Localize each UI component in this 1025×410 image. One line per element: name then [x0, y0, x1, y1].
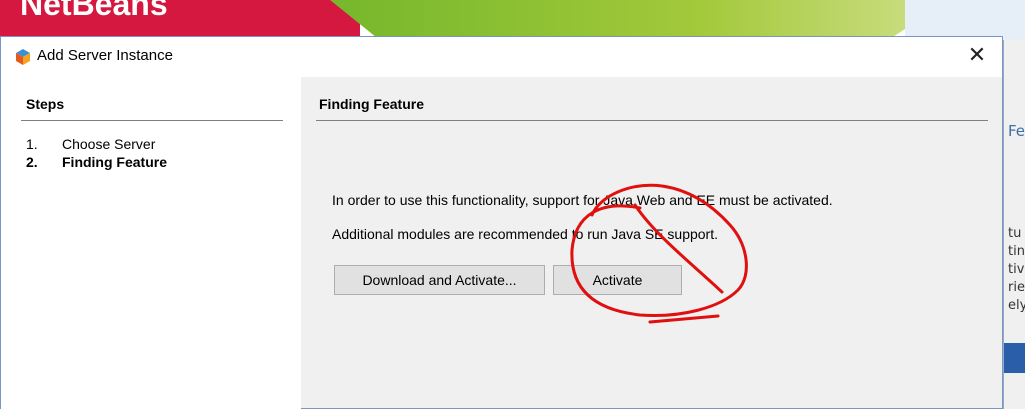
- banner-green-band: [330, 0, 950, 40]
- activate-button[interactable]: Activate: [553, 265, 682, 295]
- banner-blue-band: [905, 0, 1025, 40]
- step-number: 1.: [26, 136, 38, 152]
- background-splash-banner: NetBeans: [0, 0, 1025, 40]
- netbeans-logo-text: NetBeans: [20, 0, 168, 22]
- steps-heading: Steps: [26, 96, 65, 112]
- content-divider: [316, 120, 988, 121]
- dialog-titlebar[interactable]: Add Server Instance ✕: [1, 37, 1002, 77]
- underlying-text-fragment: ely: [1008, 298, 1025, 313]
- content-heading: Finding Feature: [319, 96, 424, 112]
- steps-panel: Steps 1. Choose Server 2. Finding Feature: [1, 77, 301, 410]
- step-label: Choose Server: [62, 136, 156, 152]
- underlying-text-fragment: tu: [1008, 226, 1022, 241]
- underlying-text-fragment: rie: [1008, 280, 1025, 295]
- step-finding-feature: 2. Finding Feature: [26, 154, 167, 170]
- add-server-instance-dialog: Add Server Instance ✕ Steps 1. Choose Ser…: [0, 36, 1003, 410]
- recommendation-message: Additional modules are recommended to ru…: [332, 226, 718, 242]
- netbeans-cube-icon: [16, 49, 30, 65]
- download-and-activate-button[interactable]: Download and Activate...: [334, 265, 545, 295]
- dialog-title: Add Server Instance: [37, 47, 173, 64]
- step-number: 2.: [26, 154, 38, 170]
- underlying-window-blue-bar: [1004, 343, 1025, 373]
- underlying-window: Fe tu tin tiv rie ely: [1003, 40, 1025, 409]
- step-label: Finding Feature: [62, 154, 167, 170]
- activation-message: In order to use this functionality, supp…: [332, 192, 833, 208]
- underlying-text-fragment: tin: [1008, 244, 1025, 259]
- content-panel: Finding Feature In order to use this fun…: [301, 77, 1002, 410]
- steps-divider: [21, 120, 283, 121]
- underlying-text-fragment: tiv: [1008, 262, 1025, 277]
- close-icon[interactable]: ✕: [962, 41, 992, 71]
- underlying-window-text: Fe: [1008, 122, 1025, 140]
- step-choose-server: 1. Choose Server: [26, 136, 155, 152]
